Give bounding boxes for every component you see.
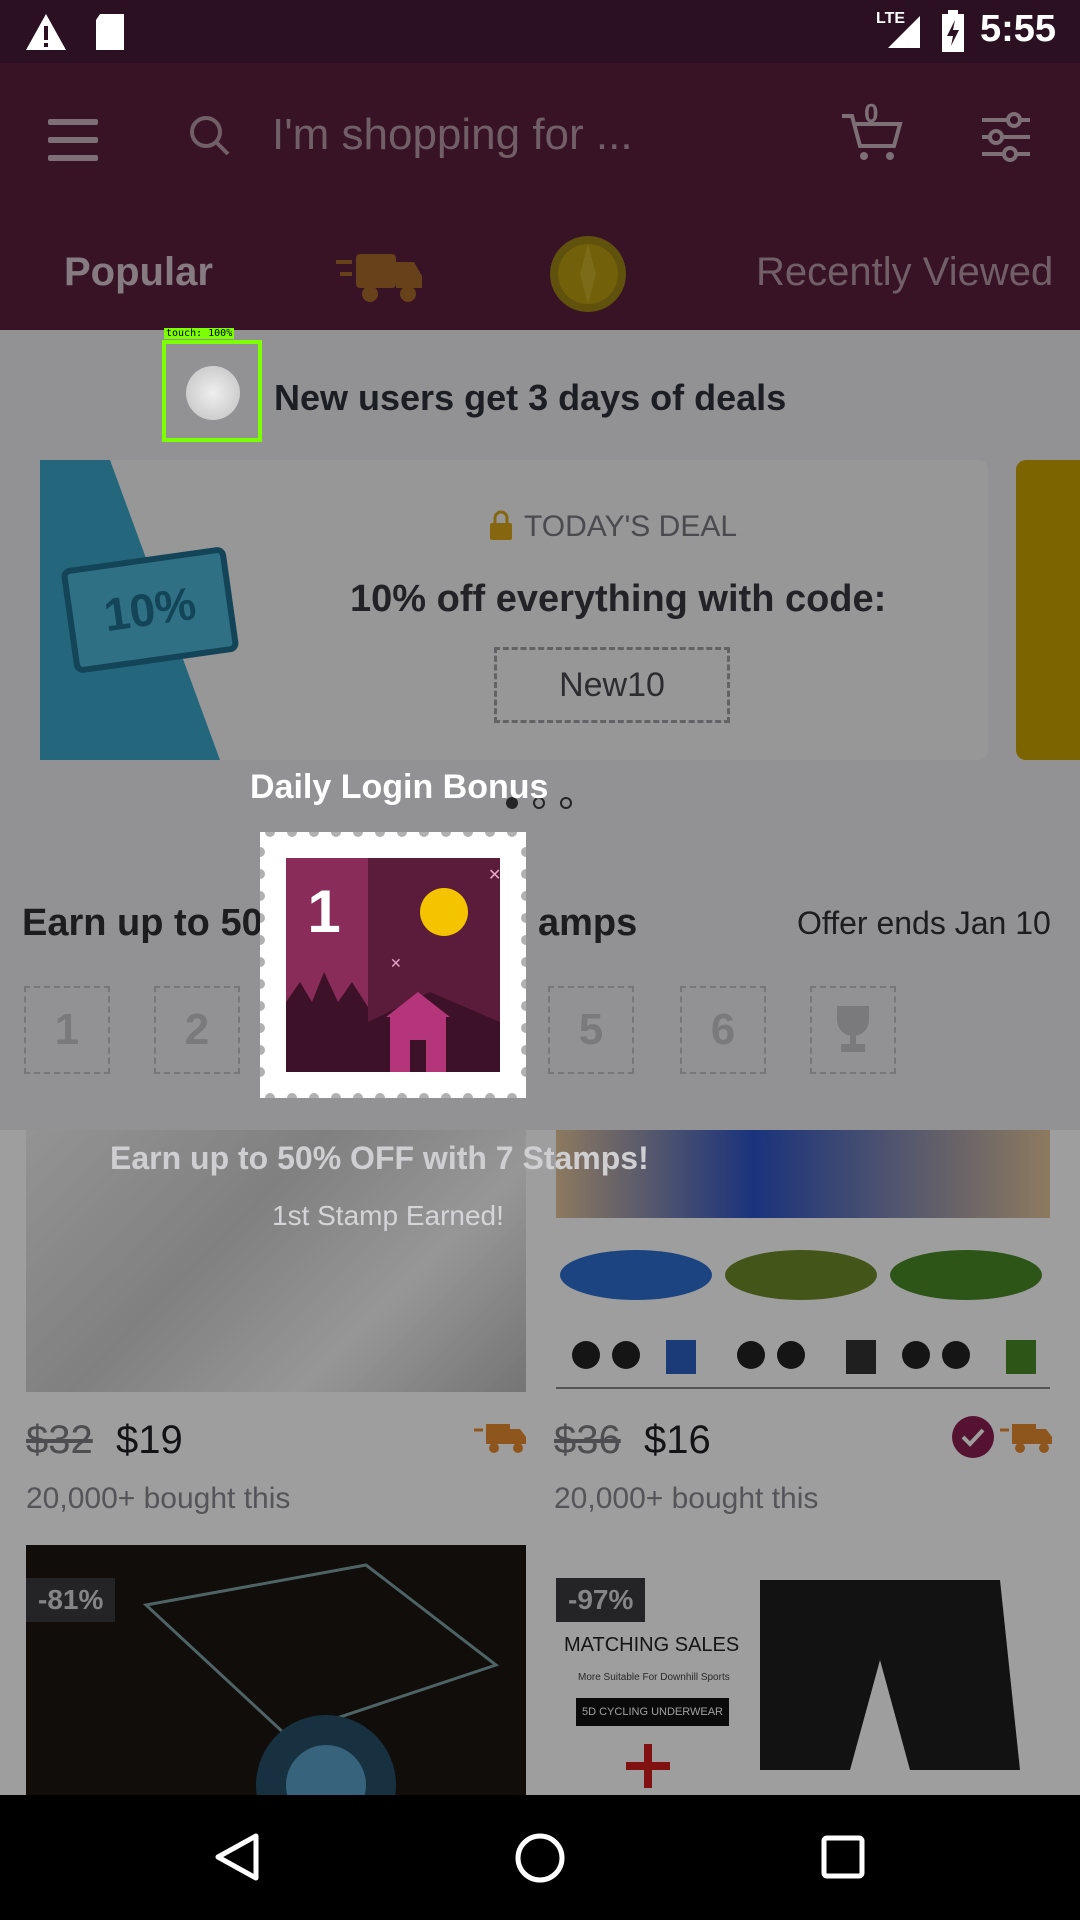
sd-card-icon [96,14,124,50]
popup-title: Daily Login Bonus [250,768,549,806]
status-bar: LTE 5:55 [0,0,1080,63]
signal-icon [888,16,920,48]
battery-charging-icon [942,10,964,52]
recents-icon[interactable] [820,1834,866,1880]
svg-text:✕: ✕ [488,865,501,884]
home-icon[interactable] [514,1832,566,1884]
stamp-number: 1 [307,878,340,945]
touch-point [186,366,240,420]
modal-backdrop[interactable] [0,63,1080,1795]
warning-icon [26,14,66,50]
popup-headline: Earn up to 50% OFF with 7 Stamps! [110,1140,649,1176]
svg-text:✕: ✕ [390,956,402,972]
popup-subtitle: 1st Stamp Earned! [272,1200,504,1231]
clock: 5:55 [979,8,1056,50]
touch-indicator-label: touch: 100% [164,328,235,339]
login-stamp-icon: 1 ✕ ✕ [260,832,526,1098]
back-icon[interactable] [212,1832,262,1882]
